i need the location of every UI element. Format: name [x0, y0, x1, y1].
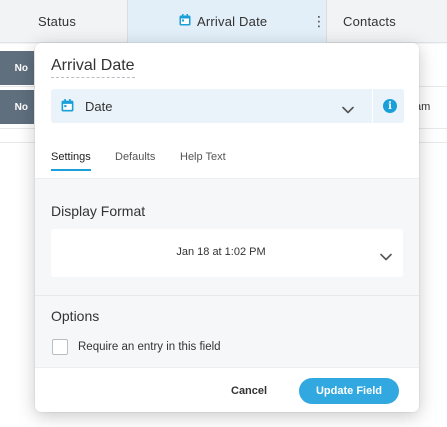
display-format-label: Display Format — [51, 203, 146, 219]
column-header-arrival-date-label: Arrival Date — [197, 14, 268, 29]
calendar-icon — [61, 99, 74, 117]
column-header-status-label: Status — [38, 14, 77, 29]
column-header-status[interactable]: Status — [38, 0, 76, 43]
column-header-arrival-date[interactable]: Arrival Date ⋮ — [127, 0, 327, 43]
tab-help-text[interactable]: Help Text — [180, 151, 226, 169]
divider — [372, 89, 373, 123]
cancel-button[interactable]: Cancel — [231, 379, 267, 403]
footer-divider — [35, 367, 419, 368]
info-icon[interactable]: i — [383, 99, 397, 113]
tab-defaults[interactable]: Defaults — [115, 151, 155, 169]
options-label: Options — [51, 308, 100, 324]
field-type-select[interactable]: Date i — [51, 89, 404, 123]
require-entry-label[interactable]: Require an entry in this field — [78, 341, 221, 353]
tab-settings[interactable]: Settings — [51, 151, 91, 171]
divider — [35, 295, 419, 296]
status-chip[interactable]: No — [0, 90, 34, 124]
vertical-dots-icon[interactable]: ⋮ — [312, 13, 326, 30]
field-settings-modal: Arrival Date Date i Settings Defaults He… — [35, 43, 419, 412]
chevron-down-icon[interactable] — [342, 101, 354, 119]
field-name-title[interactable]: Arrival Date — [51, 57, 135, 78]
field-type-label: Date — [85, 99, 113, 114]
chevron-down-icon — [380, 248, 392, 266]
column-header-contacts-label: Contacts — [343, 14, 396, 29]
column-header-contacts[interactable]: Contacts — [343, 0, 396, 43]
require-entry-checkbox[interactable] — [52, 339, 68, 355]
display-format-select[interactable]: Jan 18 at 1:02 PM — [51, 229, 403, 277]
calendar-icon — [179, 14, 191, 29]
update-field-button[interactable]: Update Field — [299, 378, 399, 404]
grid-header: Status Arrival Date ⋮ Contacts — [0, 0, 447, 43]
settings-panel: Display Format Jan 18 at 1:02 PM Options… — [35, 179, 419, 367]
status-chip[interactable]: No — [0, 51, 34, 85]
display-format-value: Jan 18 at 1:02 PM — [176, 246, 266, 258]
